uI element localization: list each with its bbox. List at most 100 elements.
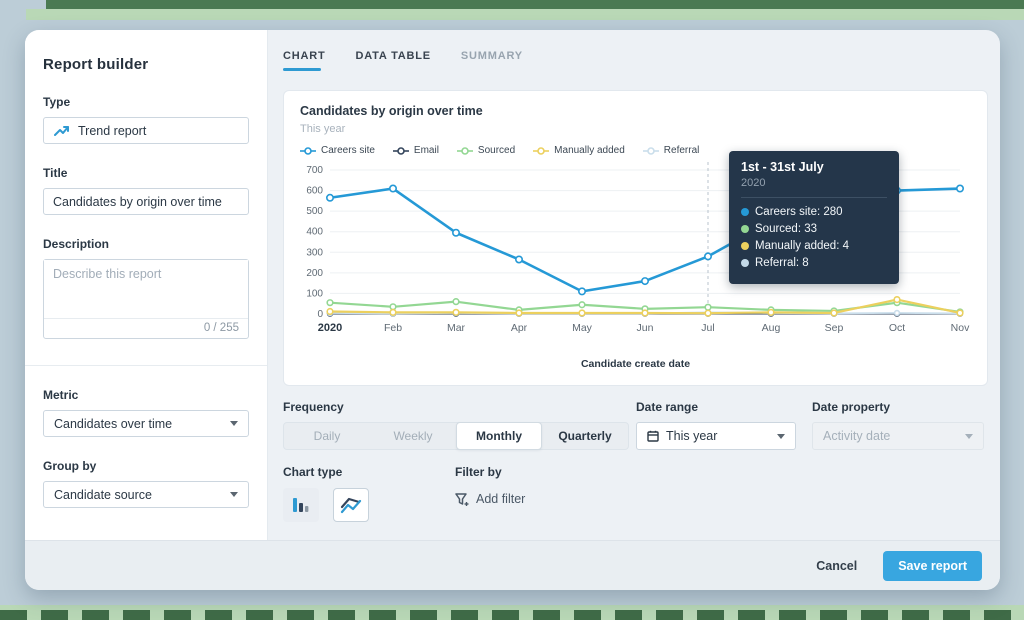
calendar-icon	[647, 430, 659, 442]
date-range-control: Date range This year	[636, 400, 796, 450]
legend-label: Referral	[663, 145, 700, 156]
series-dot-icon	[741, 208, 749, 216]
report-builder-sidebar: Report builder Type Trend report Title D…	[25, 30, 268, 540]
chevron-down-icon	[230, 421, 238, 426]
series-dot-icon	[741, 242, 749, 250]
cancel-button[interactable]: Cancel	[816, 559, 857, 573]
date-property-value: Activity date	[823, 429, 891, 443]
page-title: Report builder	[43, 56, 149, 73]
legend-item[interactable]: Referral	[642, 145, 700, 156]
bar-chart-type-button[interactable]	[283, 488, 319, 522]
chart-card: Candidates by origin over time This year…	[283, 90, 988, 386]
svg-text:0: 0	[317, 309, 323, 320]
legend-item[interactable]: Sourced	[456, 145, 515, 156]
legend-marker-icon	[456, 146, 473, 155]
svg-text:Jul: Jul	[701, 322, 714, 334]
svg-text:400: 400	[306, 227, 323, 238]
x-axis-title: Candidate create date	[580, 358, 691, 370]
series-dot-icon	[741, 259, 749, 267]
svg-text:Nov: Nov	[951, 322, 970, 334]
svg-text:2020: 2020	[318, 322, 342, 334]
svg-text:500: 500	[306, 206, 323, 217]
filter-plus-icon	[455, 492, 469, 506]
frequency-option-daily[interactable]: Daily	[284, 423, 370, 449]
tooltip-subtitle: 2020	[741, 177, 766, 189]
chevron-down-icon	[230, 492, 238, 497]
date-property-label: Date property	[812, 400, 891, 414]
metric-value: Candidates over time	[54, 416, 173, 431]
group-by-select[interactable]: Candidate source	[43, 481, 249, 508]
legend-marker-icon	[533, 146, 550, 155]
date-range-label: Date range	[636, 400, 699, 414]
svg-text:600: 600	[306, 186, 323, 197]
svg-text:Aug: Aug	[762, 322, 781, 334]
type-field[interactable]: Trend report	[43, 117, 249, 144]
group-by-value: Candidate source	[54, 487, 152, 502]
legend-marker-icon	[300, 146, 316, 155]
svg-text:300: 300	[306, 247, 323, 258]
svg-text:Jun: Jun	[637, 322, 654, 334]
svg-text:Mar: Mar	[447, 322, 466, 334]
decorative-frame-bottom-dashes	[0, 610, 1024, 620]
tooltip-row-text: Manually added: 4	[755, 240, 849, 252]
svg-text:Oct: Oct	[889, 322, 905, 334]
description-char-counter: 0 / 255	[44, 318, 248, 338]
tooltip-rows: Careers site: 280 Sourced: 33 Manually add…	[741, 197, 887, 269]
description-field: 0 / 255	[43, 259, 249, 339]
frequency-option-weekly[interactable]: Weekly	[370, 423, 456, 449]
filter-by-label: Filter by	[455, 465, 502, 479]
frequency-option-quarterly[interactable]: Quarterly	[542, 423, 628, 449]
decorative-frame-top-dark	[46, 0, 1024, 9]
tooltip-row-text: Referral: 8	[755, 257, 809, 269]
tab-data-table[interactable]: DATA TABLE	[356, 50, 431, 71]
chart-type-label: Chart type	[283, 465, 343, 479]
svg-text:700: 700	[306, 165, 323, 176]
legend-item[interactable]: Careers site	[300, 145, 375, 156]
date-property-control: Date property Activity date	[812, 400, 984, 450]
chart-title: Candidates by origin over time	[300, 104, 483, 118]
title-label: Title	[43, 166, 68, 180]
legend-item[interactable]: Email	[392, 145, 439, 156]
date-property-select: Activity date	[812, 422, 984, 450]
frequency-option-monthly[interactable]: Monthly	[456, 422, 542, 450]
add-filter-button[interactable]: Add filter	[455, 492, 525, 506]
line-chart-type-button[interactable]	[333, 488, 369, 522]
legend-label: Manually added	[554, 145, 625, 156]
svg-text:200: 200	[306, 268, 323, 279]
footer-bar: Cancel Save report	[25, 540, 1000, 590]
filter-by-control: Filter by Add filter	[455, 465, 525, 506]
date-range-select[interactable]: This year	[636, 422, 796, 450]
tooltip-row: Sourced: 33	[741, 223, 887, 235]
decorative-frame-top-light	[26, 9, 1024, 20]
report-builder-window: Report builder Type Trend report Title D…	[25, 30, 1000, 590]
type-label: Type	[43, 95, 71, 109]
chart-type-control: Chart type	[283, 465, 369, 522]
legend-label: Careers site	[321, 145, 375, 156]
trend-report-icon	[54, 125, 70, 137]
date-range-value: This year	[666, 429, 718, 443]
metric-label: Metric	[43, 388, 79, 402]
description-input[interactable]	[44, 260, 248, 318]
tab-summary[interactable]: SUMMARY	[461, 50, 523, 71]
view-tabs: CHART DATA TABLE SUMMARY	[283, 50, 523, 71]
svg-text:Feb: Feb	[384, 322, 402, 334]
save-report-button[interactable]: Save report	[883, 550, 982, 581]
svg-text:Sep: Sep	[825, 322, 844, 334]
svg-text:100: 100	[306, 288, 323, 299]
tooltip-title: 1st - 31st July	[741, 160, 824, 174]
chevron-down-icon	[777, 433, 785, 439]
bar-chart-icon	[291, 495, 311, 515]
chevron-down-icon	[965, 433, 973, 439]
legend-item[interactable]: Manually added	[533, 145, 625, 156]
tooltip-row: Manually added: 4	[741, 240, 887, 252]
metric-select[interactable]: Candidates over time	[43, 410, 249, 437]
title-input[interactable]	[43, 188, 249, 215]
tab-chart[interactable]: CHART	[283, 50, 326, 71]
type-value: Trend report	[78, 123, 147, 138]
svg-text:May: May	[572, 322, 593, 334]
legend-marker-icon	[392, 146, 409, 155]
tooltip-row-text: Sourced: 33	[755, 223, 818, 235]
svg-text:Apr: Apr	[511, 322, 528, 334]
frequency-segmented-control: Daily Weekly Monthly Quarterly	[283, 422, 629, 450]
line-chart-icon	[340, 495, 362, 515]
